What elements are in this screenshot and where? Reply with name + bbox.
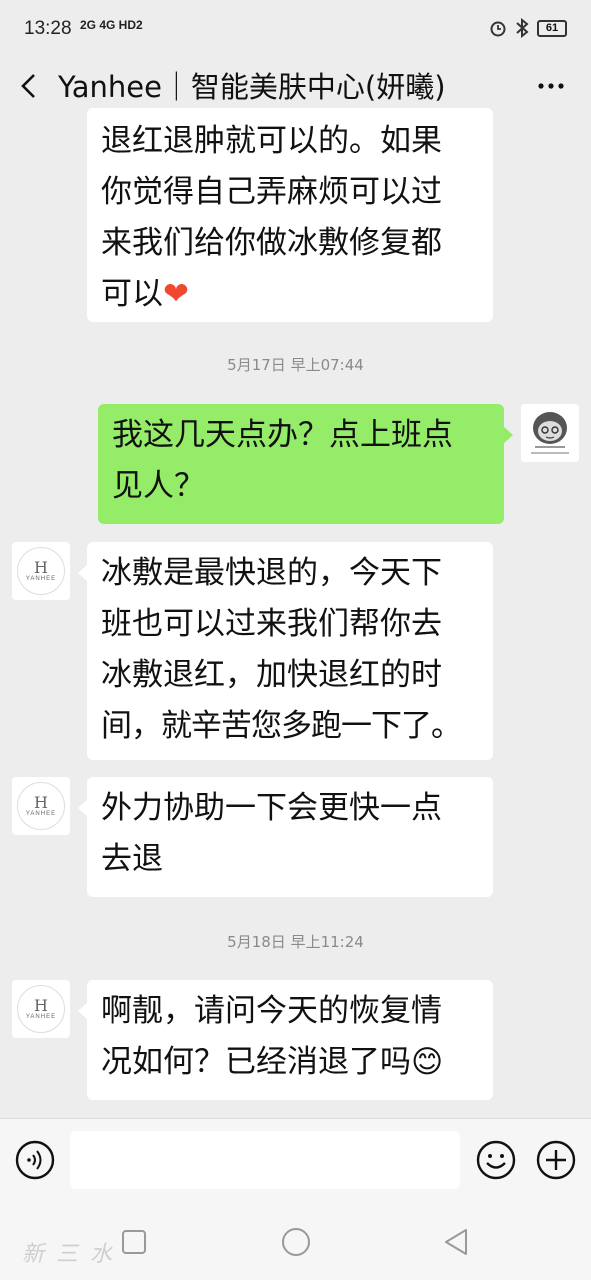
message-line: 况如何？已经消退了吗😊	[101, 1044, 444, 1080]
more-options-icon[interactable]	[535, 70, 567, 102]
network-indicator: 2G 4G HD2	[80, 18, 143, 32]
message-line: 退红退肿就可以的。如果	[101, 123, 442, 159]
message-line: 啊靓，请问今天的恢复情	[101, 993, 442, 1029]
user-avatar-image	[521, 404, 579, 462]
message-line: 你觉得自己弄麻烦可以过	[101, 174, 442, 210]
message-line: 班也可以过来我们帮你去	[101, 606, 442, 642]
message-line: 间，就辛苦您多跑一下了。	[101, 708, 462, 744]
heart-emoji-icon: ❤	[163, 276, 189, 312]
chat-header: Yanhee｜智能美肤中心(妍曦)	[0, 58, 591, 114]
message-line: 去退	[101, 841, 163, 877]
message-bubble-incoming[interactable]: 外力协助一下会更快一点 去退	[78, 777, 493, 897]
user-avatar[interactable]	[521, 404, 579, 462]
smile-emoji-icon: 😊	[411, 1044, 444, 1080]
message-timestamp: 5月18日 早上11:24	[227, 933, 364, 951]
watermark: 新三水	[22, 1242, 125, 1267]
message-bubble-incoming[interactable]: 啊靓，请问今天的恢复情 况如何？已经消退了吗😊	[78, 980, 493, 1100]
chat-input-bar	[0, 1118, 591, 1204]
yanhee-logo-icon: H YANHEE	[17, 547, 65, 595]
message-line: 来我们给你做冰敷修复都	[101, 225, 442, 261]
status-time: 13:28	[24, 18, 72, 39]
back-triangle-icon[interactable]	[441, 1226, 471, 1258]
emoji-icon[interactable]	[475, 1139, 517, 1181]
message-line: 冰敷是最快退的，今天下	[101, 555, 442, 591]
message-bubble-incoming[interactable]: 退红退肿就可以的。如果 你觉得自己弄麻烦可以过 来我们给你做冰敷修复都 可以❤	[87, 108, 493, 322]
message-line: 见人？	[112, 468, 205, 504]
message-line: 冰敷退红，加快退红的时	[101, 657, 442, 693]
chat-title: Yanhee｜智能美肤中心(妍曦)	[58, 70, 446, 104]
message-bubble-outgoing[interactable]: 我这几天点办？点上班点 见人？	[98, 404, 513, 524]
back-arrow-icon[interactable]	[14, 70, 46, 102]
status-icons: 61	[489, 18, 567, 38]
recent-apps-icon[interactable]	[120, 1228, 148, 1256]
message-line: 我这几天点办？点上班点	[112, 417, 453, 453]
yanhee-logo-icon: H YANHEE	[17, 782, 65, 830]
message-bubble-incoming[interactable]: 冰敷是最快退的，今天下 班也可以过来我们帮你去 冰敷退红，加快退红的时 间，就辛…	[78, 542, 493, 760]
shop-avatar[interactable]: H YANHEE	[12, 542, 70, 600]
message-timestamp: 5月17日 早上07:44	[227, 356, 364, 374]
message-line: 外力协助一下会更快一点	[101, 790, 442, 826]
status-bar: 13:28 2G 4G HD2 61	[0, 0, 591, 58]
message-line: 可以❤	[101, 276, 189, 312]
bluetooth-icon	[516, 18, 529, 38]
yanhee-logo-icon: H YANHEE	[17, 985, 65, 1033]
plus-icon[interactable]	[535, 1139, 577, 1181]
battery-indicator: 61	[537, 19, 567, 37]
message-input[interactable]	[70, 1131, 460, 1189]
alarm-icon	[490, 21, 506, 37]
home-icon[interactable]	[280, 1226, 312, 1258]
voice-input-icon[interactable]	[14, 1139, 56, 1181]
shop-avatar[interactable]: H YANHEE	[12, 980, 70, 1038]
shop-avatar[interactable]: H YANHEE	[12, 777, 70, 835]
